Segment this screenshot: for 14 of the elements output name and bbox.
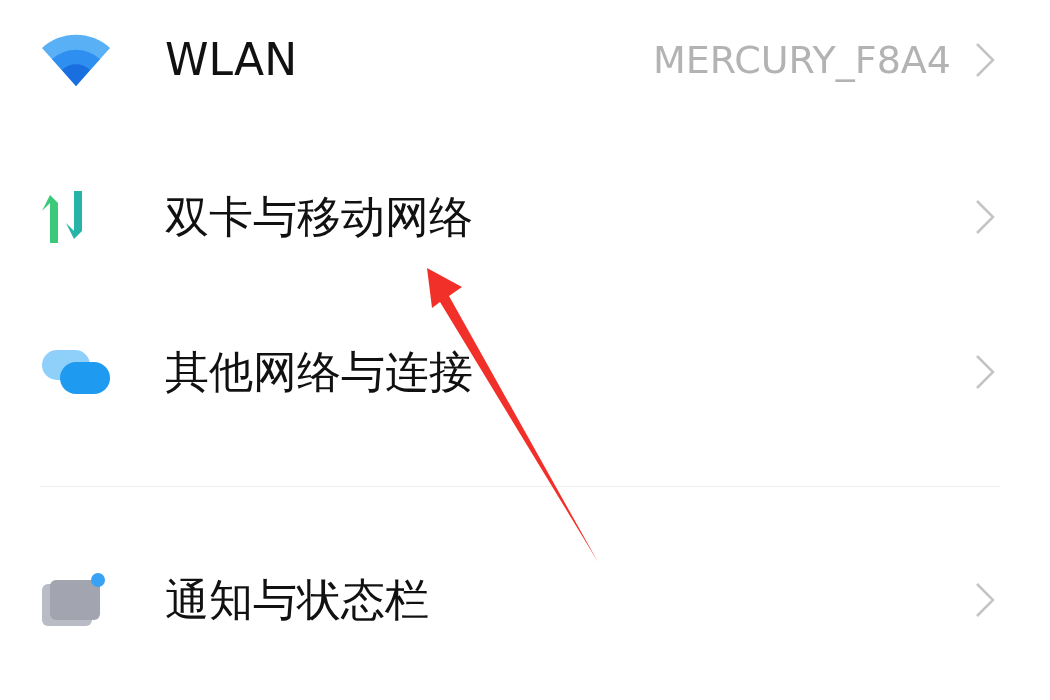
settings-row[interactable]: WLAN MERCURY_F8A4 xyxy=(0,0,1050,120)
setting-label: WLAN xyxy=(165,33,299,87)
wifi-icon xyxy=(40,32,112,88)
chevron-icon xyxy=(975,354,995,390)
setting-label: 双卡与移动网络 xyxy=(165,190,474,244)
setting-label: 通知与状态栏 xyxy=(165,573,430,627)
notification-card-icon xyxy=(40,572,108,628)
settings-row[interactable]: 通知与状态栏 xyxy=(0,487,1050,700)
setting-label: 其他网络与连接 xyxy=(165,345,474,399)
chevron-icon xyxy=(975,42,995,78)
setting-value: MERCURY_F8A4 xyxy=(652,36,951,84)
chevron-icon xyxy=(975,199,995,235)
chevron-icon xyxy=(975,582,995,618)
settings-row[interactable]: 双卡与移动网络 xyxy=(0,120,1050,314)
